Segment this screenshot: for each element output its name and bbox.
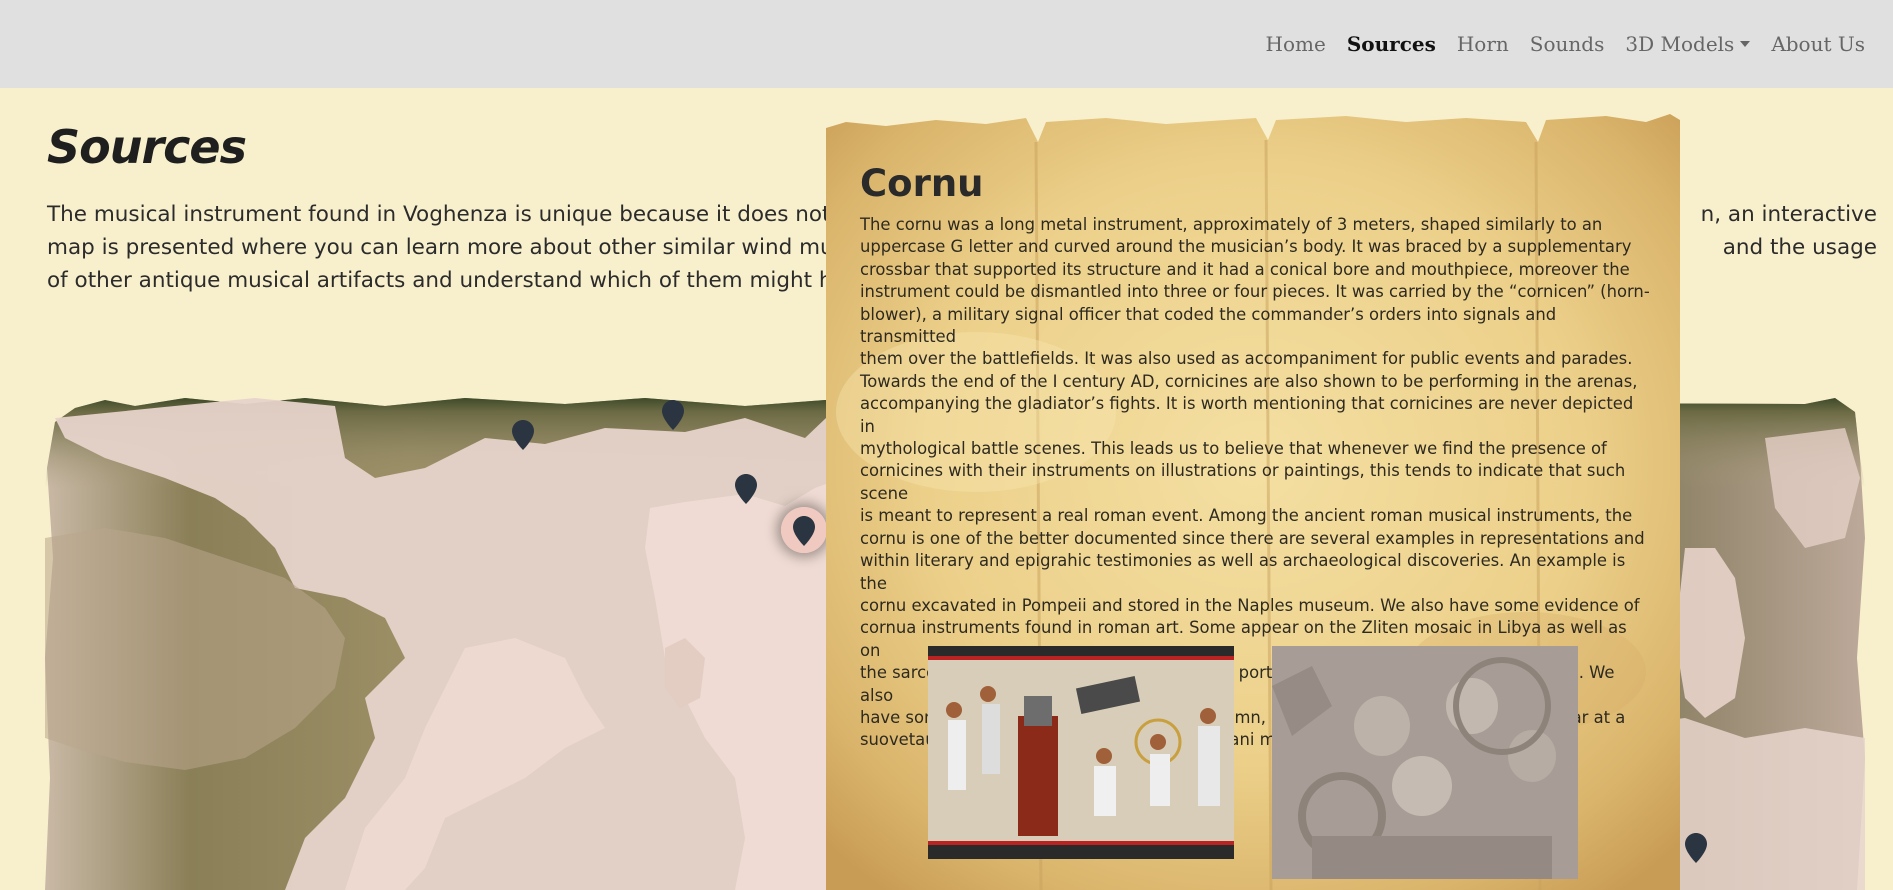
popup-line: cornicines with their instruments on ill…	[860, 461, 1626, 503]
nav-home[interactable]: Home	[1266, 32, 1326, 56]
popup-line: blower), a military signal officer that …	[860, 304, 1557, 347]
nav-about-us[interactable]: About Us	[1771, 32, 1865, 56]
intro-line-2: map is presented where you can learn mor…	[47, 235, 863, 260]
popup-line: is meant to represent a real roman event…	[860, 506, 1633, 526]
map-marker-1[interactable]	[512, 420, 534, 450]
nav-horn[interactable]: Horn	[1457, 32, 1509, 56]
popup-line: mythological battle scenes. This leads u…	[860, 439, 1607, 459]
intro-line-1: The musical instrument found in Voghenza…	[47, 202, 875, 227]
nav-sources[interactable]: Sources	[1347, 32, 1436, 56]
popup-title: Cornu	[860, 162, 984, 205]
map-pin-icon	[512, 420, 534, 450]
intro-line-3: of other antique musical artifacts and u…	[47, 268, 872, 293]
page-title: Sources	[47, 120, 247, 174]
popup-line: uppercase G letter and curved around the…	[860, 237, 1632, 257]
popup-line: instrument could be dismantled into thre…	[860, 282, 1650, 302]
popup-line: The cornu was a long metal instrument, a…	[860, 215, 1603, 234]
intro-line-1-end: n, an interactive	[1700, 202, 1877, 227]
relief-image	[1272, 646, 1578, 879]
popup-line: within literary and epigrahic testimonie…	[860, 551, 1626, 593]
nav-sounds[interactable]: Sounds	[1530, 32, 1605, 56]
map-pin-icon	[1685, 833, 1707, 863]
map-pin-icon	[793, 516, 815, 546]
popup-line: accompanying the gladiator’s fights. It …	[860, 394, 1634, 436]
popup-line: cornu is one of the better documented si…	[860, 528, 1645, 548]
nav-3d-models[interactable]: 3D Models	[1625, 32, 1751, 56]
info-popup: Cornu The cornu was a long metal instrum…	[826, 112, 1680, 890]
top-navbar: Home Sources Horn Sounds 3D Models About…	[0, 0, 1893, 88]
map-marker-selected[interactable]	[793, 516, 815, 546]
mosaic-image	[928, 646, 1234, 859]
nav-3d-models-label: 3D Models	[1625, 32, 1735, 56]
map-marker-2[interactable]	[662, 400, 684, 430]
popup-line: crossbar that supported its structure an…	[860, 259, 1630, 279]
caret-down-icon	[1740, 41, 1751, 47]
popup-line: Towards the end of the I century AD, cor…	[860, 371, 1638, 391]
popup-line: them over the battlefields. It was also …	[860, 349, 1633, 369]
map-marker-5[interactable]	[1685, 833, 1707, 863]
map-pin-icon	[662, 400, 684, 430]
popup-line: cornu excavated in Pompeii and stored in…	[860, 595, 1640, 615]
intro-line-2-end: and the usage	[1722, 235, 1877, 260]
map-pin-icon	[735, 474, 757, 504]
map-marker-3[interactable]	[735, 474, 757, 504]
